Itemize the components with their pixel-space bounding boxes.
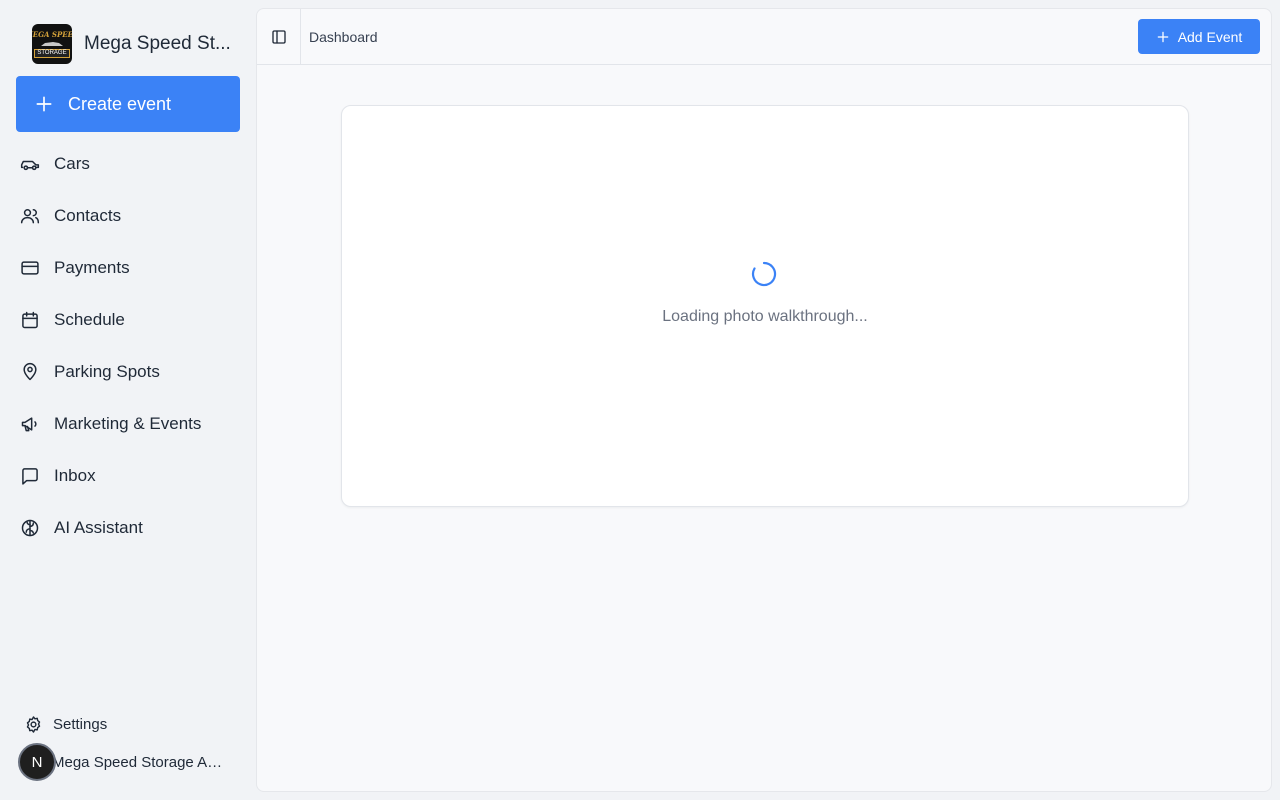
brand-name: Mega Speed St... <box>84 33 231 54</box>
gear-icon <box>26 715 41 733</box>
settings-label: Settings <box>53 715 108 733</box>
car-silhouette-icon <box>41 41 63 46</box>
plus-icon <box>1157 31 1168 42</box>
breadcrumb[interactable]: Dashboard <box>309 29 378 45</box>
settings-link[interactable]: Settings <box>24 712 107 736</box>
sidebar-item-schedule[interactable]: Schedule <box>16 294 240 346</box>
sidebar-item-cars[interactable]: Cars <box>16 138 240 190</box>
loading-spinner-icon <box>751 261 777 287</box>
sidebar-item-marketing-events[interactable]: Marketing & Events <box>16 398 240 450</box>
sidebar-item-label: Parking Spots <box>54 362 160 381</box>
loading-message: Loading photo walkthrough... <box>662 308 868 325</box>
sidebar-item-ai-assistant[interactable]: AI Assistant <box>16 502 240 554</box>
calendar-icon <box>22 311 38 329</box>
sidebar-item-label: AI Assistant <box>54 518 143 537</box>
brand-logo-text-top: MEGA SPEED <box>32 29 72 39</box>
user-name: Mega Speed Storage Ad... <box>52 753 224 771</box>
users-icon <box>20 209 40 224</box>
message-square-icon <box>22 468 38 485</box>
map-pin-icon <box>23 362 37 381</box>
brain-icon <box>21 519 39 537</box>
panel-left-icon <box>271 29 286 44</box>
sidebar-item-label: Contacts <box>54 206 122 225</box>
sidebar-item-label: Marketing & Events <box>54 414 202 433</box>
car-icon <box>20 160 40 171</box>
main-panel: Dashboard Add Event Loading photo walkth… <box>256 8 1272 792</box>
add-event-button[interactable]: Add Event <box>1138 19 1260 54</box>
sidebar-item-payments[interactable]: Payments <box>16 242 240 294</box>
sidebar-item-label: Inbox <box>54 466 96 485</box>
sidebar-item-label: Payments <box>54 258 130 277</box>
sidebar-item-inbox[interactable]: Inbox <box>16 450 240 502</box>
user-menu[interactable]: N Mega Speed Storage Ad... <box>18 743 242 781</box>
megaphone-icon <box>21 417 37 432</box>
brand[interactable]: MEGA SPEED STORAGE Mega Speed St... <box>32 24 242 64</box>
sidebar-item-label: Cars <box>54 154 90 173</box>
plus-icon <box>36 96 52 112</box>
credit-card-icon <box>21 261 39 275</box>
brand-logo: MEGA SPEED STORAGE <box>32 24 72 64</box>
photo-walkthrough-card: Loading photo walkthrough... <box>341 105 1189 507</box>
sidebar-item-label: Schedule <box>54 310 125 329</box>
sidebar-nav: Cars Contacts Payments Schedule Parking … <box>16 138 240 554</box>
sidebar: MEGA SPEED STORAGE Mega Speed St... Crea… <box>0 0 256 800</box>
create-event-label: Create event <box>68 93 172 114</box>
brand-logo-text-bottom: STORAGE <box>34 48 70 58</box>
sidebar-item-parking-spots[interactable]: Parking Spots <box>16 346 240 398</box>
top-bar: Dashboard Add Event <box>257 9 1271 65</box>
add-event-label: Add Event <box>1177 28 1243 45</box>
sidebar-item-contacts[interactable]: Contacts <box>16 190 240 242</box>
avatar[interactable]: N <box>18 743 56 781</box>
create-event-button[interactable]: Create event <box>16 76 240 132</box>
sidebar-toggle-button[interactable] <box>257 9 301 65</box>
